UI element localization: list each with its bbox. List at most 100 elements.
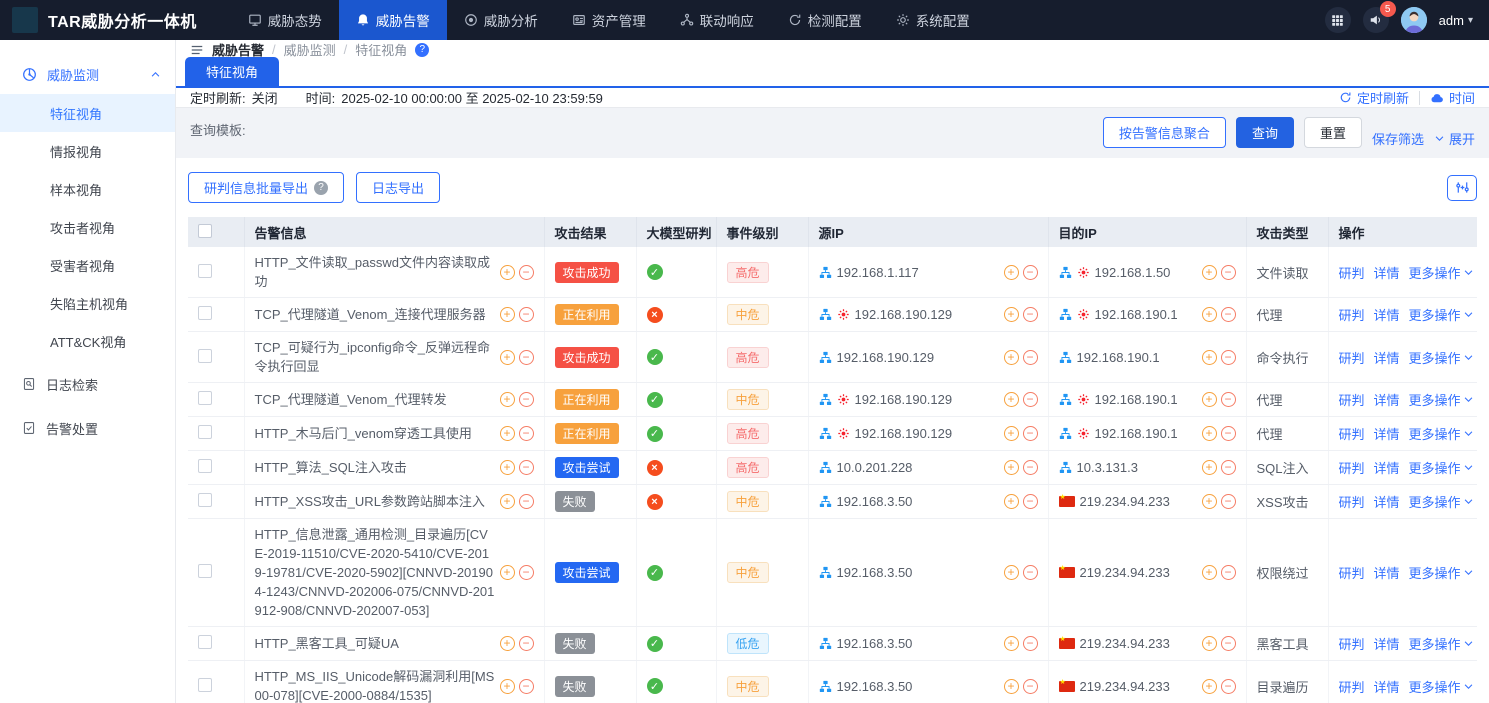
collapse-icon[interactable]: − [1221,265,1236,280]
sidebar-item-告警处置[interactable]: 告警处置 [0,408,175,448]
expand-icon[interactable]: + [500,392,515,407]
collapse-icon[interactable]: − [1221,350,1236,365]
judge-link[interactable]: 研判 [1339,348,1365,367]
row-checkbox[interactable] [198,306,212,320]
notification-button[interactable]: 5 [1363,7,1389,33]
select-all-checkbox[interactable] [198,224,212,238]
collapse-icon[interactable]: − [1221,565,1236,580]
collapse-icon[interactable]: − [1221,392,1236,407]
expand-icon[interactable]: + [1202,460,1217,475]
sidebar-item-攻击者视角[interactable]: 攻击者视角 [0,208,175,246]
row-checkbox[interactable] [198,564,212,578]
row-checkbox[interactable] [198,678,212,692]
expand-icon[interactable]: + [500,307,515,322]
judge-link[interactable]: 研判 [1339,458,1365,477]
row-checkbox[interactable] [198,635,212,649]
judge-link[interactable]: 研判 [1339,563,1365,582]
expand-icon[interactable]: + [1004,426,1019,441]
expand-icon[interactable]: + [500,494,515,509]
collapse-icon[interactable]: − [1023,636,1038,651]
sidebar-group-威胁监测[interactable]: 威胁监测 [0,54,175,94]
collapse-icon[interactable]: − [1023,307,1038,322]
sidebar-item-ATT&CK视角[interactable]: ATT&CK视角 [0,322,175,360]
expand-icon[interactable]: + [1202,494,1217,509]
collapse-icon[interactable]: − [1023,392,1038,407]
judge-link[interactable]: 研判 [1339,390,1365,409]
apps-grid-button[interactable] [1325,7,1351,33]
collapse-icon[interactable]: − [1221,460,1236,475]
collapse-icon[interactable]: − [1023,460,1038,475]
more-actions-link[interactable]: 更多操作 [1409,305,1474,324]
expand-icon[interactable]: + [1202,307,1217,322]
collapse-icon[interactable]: − [1221,307,1236,322]
expand-icon[interactable]: + [1202,679,1217,694]
save-filter-link[interactable]: 保存筛选 [1372,129,1424,148]
tab-feature-view[interactable]: 特征视角 [185,57,279,86]
expand-icon[interactable]: + [1004,460,1019,475]
detail-link[interactable]: 详情 [1374,492,1400,511]
expand-icon[interactable]: + [1202,426,1217,441]
export-judgement-button[interactable]: 研判信息批量导出 ? [188,172,344,203]
collapse-icon[interactable]: − [1221,679,1236,694]
collapse-icon[interactable]: − [1221,426,1236,441]
collapse-icon[interactable]: − [519,494,534,509]
expand-icon[interactable]: + [1004,265,1019,280]
expand-icon[interactable]: + [500,636,515,651]
expand-icon[interactable]: + [1004,350,1019,365]
collapse-icon[interactable]: − [519,679,534,694]
expand-icon[interactable]: + [500,679,515,694]
more-actions-link[interactable]: 更多操作 [1409,634,1474,653]
row-checkbox[interactable] [198,391,212,405]
collapse-icon[interactable]: − [519,426,534,441]
nav-item-检测配置[interactable]: 检测配置 [771,0,879,40]
judge-link[interactable]: 研判 [1339,677,1365,696]
sidebar-item-受害者视角[interactable]: 受害者视角 [0,246,175,284]
judge-link[interactable]: 研判 [1339,634,1365,653]
more-actions-link[interactable]: 更多操作 [1409,677,1474,696]
collapse-icon[interactable]: − [519,350,534,365]
time-filter-link[interactable]: 时间 [1430,88,1475,107]
expand-icon[interactable]: + [500,265,515,280]
more-actions-link[interactable]: 更多操作 [1409,424,1474,443]
detail-link[interactable]: 详情 [1374,390,1400,409]
detail-link[interactable]: 详情 [1374,424,1400,443]
collapse-icon[interactable]: − [1023,350,1038,365]
expand-icon[interactable]: + [500,565,515,580]
more-actions-link[interactable]: 更多操作 [1409,348,1474,367]
expand-icon[interactable]: + [1004,307,1019,322]
row-checkbox[interactable] [198,264,212,278]
detail-link[interactable]: 详情 [1374,348,1400,367]
detail-link[interactable]: 详情 [1374,263,1400,282]
expand-icon[interactable]: + [1202,350,1217,365]
nav-item-威胁告警[interactable]: 威胁告警 [339,0,447,40]
judge-link[interactable]: 研判 [1339,263,1365,282]
collapse-icon[interactable]: − [1221,494,1236,509]
collapse-icon[interactable]: − [1023,426,1038,441]
collapse-icon[interactable]: − [1023,494,1038,509]
judge-link[interactable]: 研判 [1339,492,1365,511]
judge-link[interactable]: 研判 [1339,424,1365,443]
collapse-icon[interactable]: − [1221,636,1236,651]
expand-icon[interactable]: + [1202,565,1217,580]
more-actions-link[interactable]: 更多操作 [1409,263,1474,282]
nav-item-系统配置[interactable]: 系统配置 [879,0,987,40]
more-actions-link[interactable]: 更多操作 [1409,563,1474,582]
breadcrumb-item[interactable]: 威胁监测 [284,40,336,59]
collapse-icon[interactable]: − [519,636,534,651]
nav-item-资产管理[interactable]: 资产管理 [555,0,663,40]
detail-link[interactable]: 详情 [1374,458,1400,477]
sidebar-item-失陷主机视角[interactable]: 失陷主机视角 [0,284,175,322]
expand-icon[interactable]: + [1202,265,1217,280]
query-button[interactable]: 查询 [1236,117,1294,148]
collapse-icon[interactable]: − [1023,565,1038,580]
expand-icon[interactable]: + [1004,494,1019,509]
nav-item-威胁分析[interactable]: 威胁分析 [447,0,555,40]
expand-icon[interactable]: + [1004,392,1019,407]
collapse-icon[interactable]: − [519,392,534,407]
row-checkbox[interactable] [198,493,212,507]
expand-icon[interactable]: + [1202,636,1217,651]
detail-link[interactable]: 详情 [1374,634,1400,653]
collapse-icon[interactable]: − [519,460,534,475]
expand-icon[interactable]: + [500,426,515,441]
expand-icon[interactable]: + [1004,679,1019,694]
